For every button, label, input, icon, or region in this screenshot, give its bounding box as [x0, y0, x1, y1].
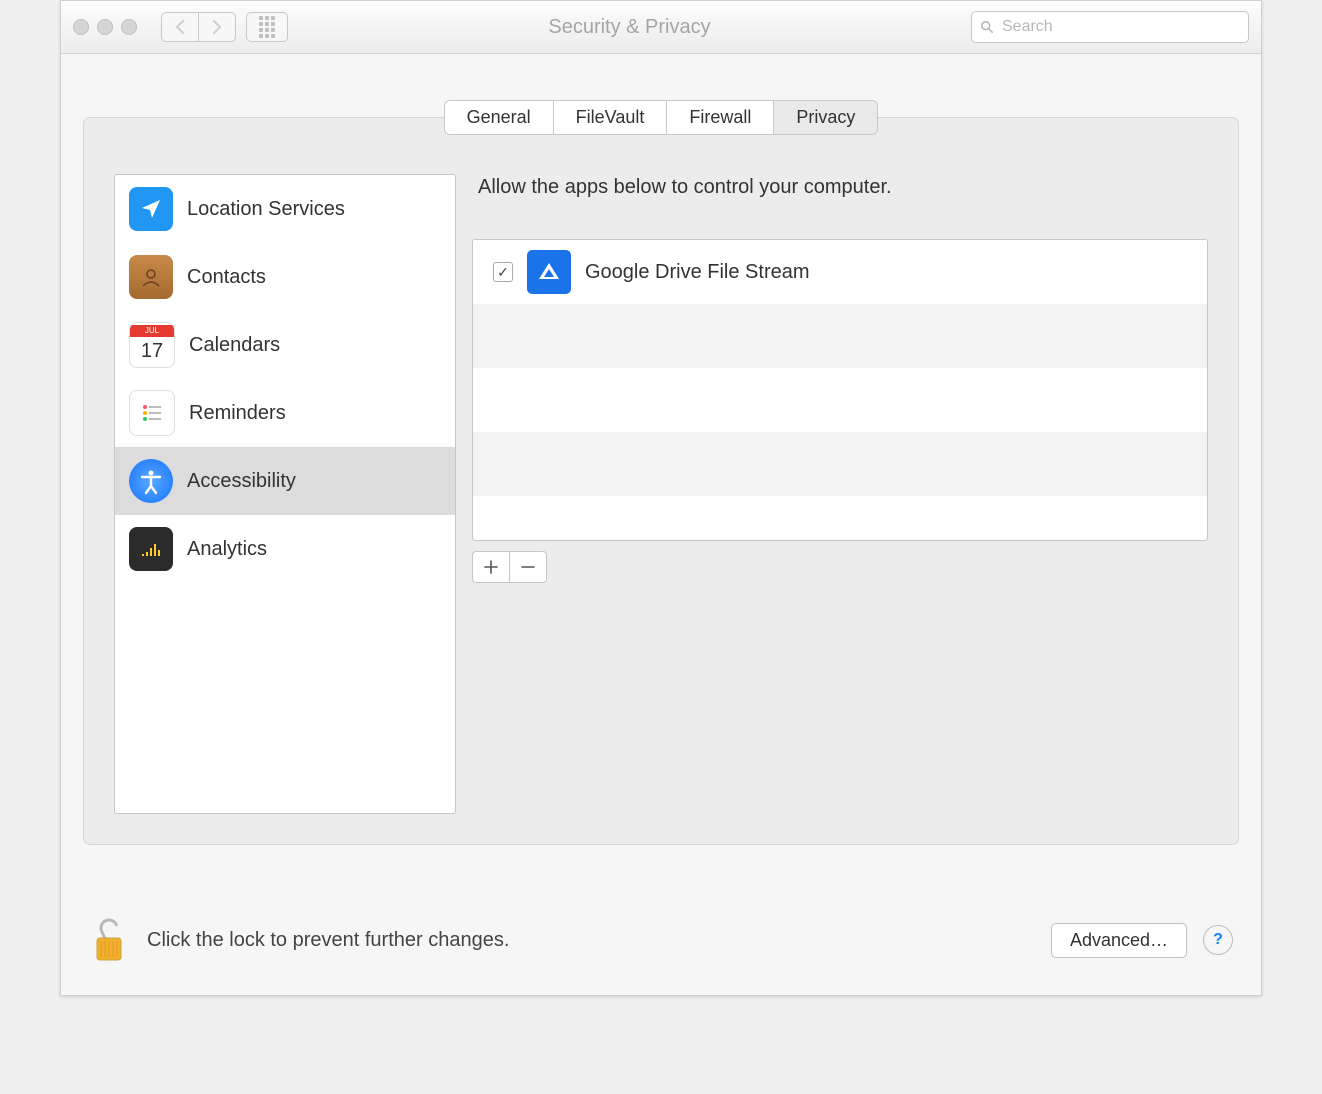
privacy-categories-list[interactable]: Location Services Contacts JUL 17 C — [114, 174, 456, 814]
sidebar-item-contacts[interactable]: Contacts — [115, 243, 455, 311]
sidebar-item-label: Analytics — [187, 538, 267, 561]
sidebar-item-analytics[interactable]: Analytics — [115, 515, 455, 583]
tab-privacy[interactable]: Privacy — [774, 101, 877, 134]
lock-icon[interactable] — [89, 914, 129, 966]
reminders-icon — [129, 390, 175, 436]
tab-general[interactable]: General — [445, 101, 554, 134]
detail-pane: Allow the apps below to control your com… — [472, 174, 1208, 814]
search-input[interactable] — [1000, 17, 1240, 37]
close-window[interactable] — [73, 19, 89, 35]
sidebar-item-label: Location Services — [187, 198, 345, 221]
chevron-right-icon — [212, 20, 222, 34]
calendar-day-label: 17 — [141, 337, 163, 365]
app-row-empty — [473, 304, 1207, 368]
add-app-button[interactable] — [472, 551, 509, 583]
google-drive-icon — [527, 250, 571, 294]
window-traffic-lights[interactable] — [73, 19, 137, 35]
location-icon — [129, 187, 173, 231]
sidebar-item-label: Calendars — [189, 334, 280, 357]
minus-icon — [521, 560, 535, 574]
sidebar-item-label: Contacts — [187, 266, 266, 289]
grid-icon — [259, 16, 275, 38]
search-icon — [980, 20, 994, 34]
app-name-label: Google Drive File Stream — [585, 261, 810, 284]
chevron-left-icon — [175, 20, 185, 34]
show-all-prefs-button[interactable] — [246, 12, 288, 42]
search-field-wrap[interactable] — [971, 11, 1249, 43]
sidebar-item-label: Accessibility — [187, 470, 296, 493]
tab-filevault[interactable]: FileVault — [554, 101, 668, 134]
sidebar-item-accessibility[interactable]: Accessibility — [115, 447, 455, 515]
tabs: General FileVault Firewall Privacy — [83, 100, 1239, 135]
app-checkbox[interactable] — [493, 262, 513, 282]
sidebar-item-location-services[interactable]: Location Services — [115, 175, 455, 243]
app-row-empty — [473, 368, 1207, 432]
sidebar-item-calendars[interactable]: JUL 17 Calendars — [115, 311, 455, 379]
titlebar: Security & Privacy — [61, 1, 1261, 54]
tab-firewall[interactable]: Firewall — [667, 101, 774, 134]
forward-button[interactable] — [198, 12, 236, 42]
window-title: Security & Privacy — [288, 16, 971, 39]
calendar-month-label: JUL — [130, 325, 174, 337]
contacts-icon — [129, 255, 173, 299]
app-row[interactable]: Google Drive File Stream — [473, 240, 1207, 304]
app-row-empty — [473, 432, 1207, 496]
app-list[interactable]: Google Drive File Stream — [472, 239, 1208, 541]
preferences-window: Security & Privacy General FileVault Fir… — [60, 0, 1262, 996]
lock-text: Click the lock to prevent further change… — [147, 929, 509, 952]
advanced-button[interactable]: Advanced… — [1051, 923, 1187, 958]
add-remove-controls — [472, 551, 1208, 583]
accessibility-icon — [129, 459, 173, 503]
sidebar-item-label: Reminders — [189, 402, 286, 425]
zoom-window[interactable] — [121, 19, 137, 35]
footer: Click the lock to prevent further change… — [61, 885, 1261, 995]
analytics-icon — [129, 527, 173, 571]
sidebar-item-reminders[interactable]: Reminders — [115, 379, 455, 447]
calendar-icon: JUL 17 — [129, 322, 175, 368]
plus-icon — [484, 560, 498, 574]
privacy-panel: Location Services Contacts JUL 17 C — [83, 117, 1239, 845]
minimize-window[interactable] — [97, 19, 113, 35]
detail-heading: Allow the apps below to control your com… — [478, 176, 1208, 199]
app-row-empty — [473, 496, 1207, 541]
back-button[interactable] — [161, 12, 198, 42]
help-button[interactable]: ? — [1203, 925, 1233, 955]
remove-app-button[interactable] — [509, 551, 547, 583]
